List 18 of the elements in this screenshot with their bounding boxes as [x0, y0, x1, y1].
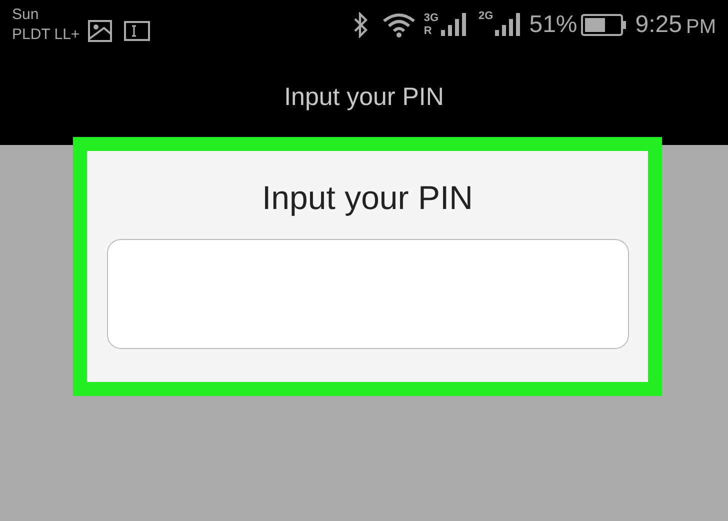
network-type: 2G	[478, 9, 494, 24]
clock-time: 9:25	[635, 10, 682, 40]
roaming-indicator: R	[424, 25, 433, 38]
wifi-icon	[382, 12, 416, 38]
image-icon	[88, 20, 112, 42]
network-type: 3G	[424, 12, 439, 25]
carrier-name: Sun	[12, 5, 40, 25]
text-cursor-icon	[124, 21, 150, 41]
bluetooth-icon	[352, 12, 370, 38]
pin-input-field[interactable]	[106, 238, 628, 348]
signal-icon	[493, 12, 522, 38]
app-bar-title: Input your PIN	[284, 82, 444, 113]
signal-icon	[438, 12, 467, 38]
clock-period: PM	[686, 15, 716, 40]
battery-icon	[581, 14, 628, 36]
battery-percent: 51%	[529, 10, 578, 40]
network-name: PLDT LL+	[12, 25, 80, 45]
dialog-title: Input your PIN	[262, 178, 473, 218]
